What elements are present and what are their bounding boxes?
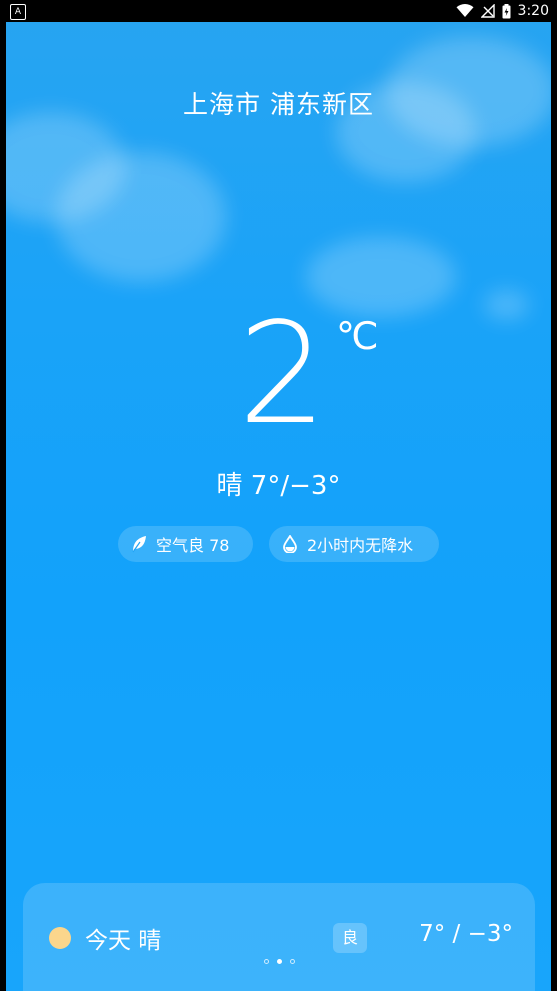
cloud-decoration	[306, 237, 456, 317]
status-bar: A 3:20	[0, 0, 557, 22]
precipitation-pill[interactable]: 2小时内无降水	[269, 526, 439, 562]
aqi-badge: 良	[333, 923, 367, 953]
condition-range: 晴 7°/−3°	[216, 471, 341, 501]
forecast-card[interactable]: 今天 晴 良 7° / −3°	[23, 883, 535, 991]
battery-charging-icon	[502, 3, 511, 18]
page-dot	[263, 959, 269, 964]
leaf-icon	[132, 536, 146, 553]
location-title[interactable]: 上海市 浦东新区	[6, 85, 551, 121]
page-dot	[289, 959, 295, 964]
current-temperature: 2	[238, 293, 328, 456]
temperature-unit: ℃	[336, 314, 379, 358]
wifi-icon	[456, 4, 474, 17]
notification-icon: A	[10, 4, 26, 20]
air-quality-pill[interactable]: 空气良 78	[118, 526, 253, 562]
sun-icon	[49, 927, 71, 949]
today-label: 今天 晴	[85, 928, 162, 954]
precipitation-label: 2小时内无降水	[307, 536, 414, 555]
today-temp-range: 7° / −3°	[419, 921, 513, 947]
cloud-decoration	[484, 290, 529, 320]
page-dot-active	[276, 959, 282, 964]
water-drop-icon	[283, 535, 297, 553]
weather-screen[interactable]: 上海市 浦东新区 2 ℃ 晴 7°/−3° 空气良 78 2小时内无降水 今天 …	[6, 22, 551, 991]
no-signal-icon	[480, 4, 495, 18]
cloud-decoration	[56, 152, 226, 282]
clock: 3:20	[517, 3, 549, 19]
air-quality-label: 空气良 78	[156, 536, 230, 555]
page-indicator	[23, 959, 535, 964]
